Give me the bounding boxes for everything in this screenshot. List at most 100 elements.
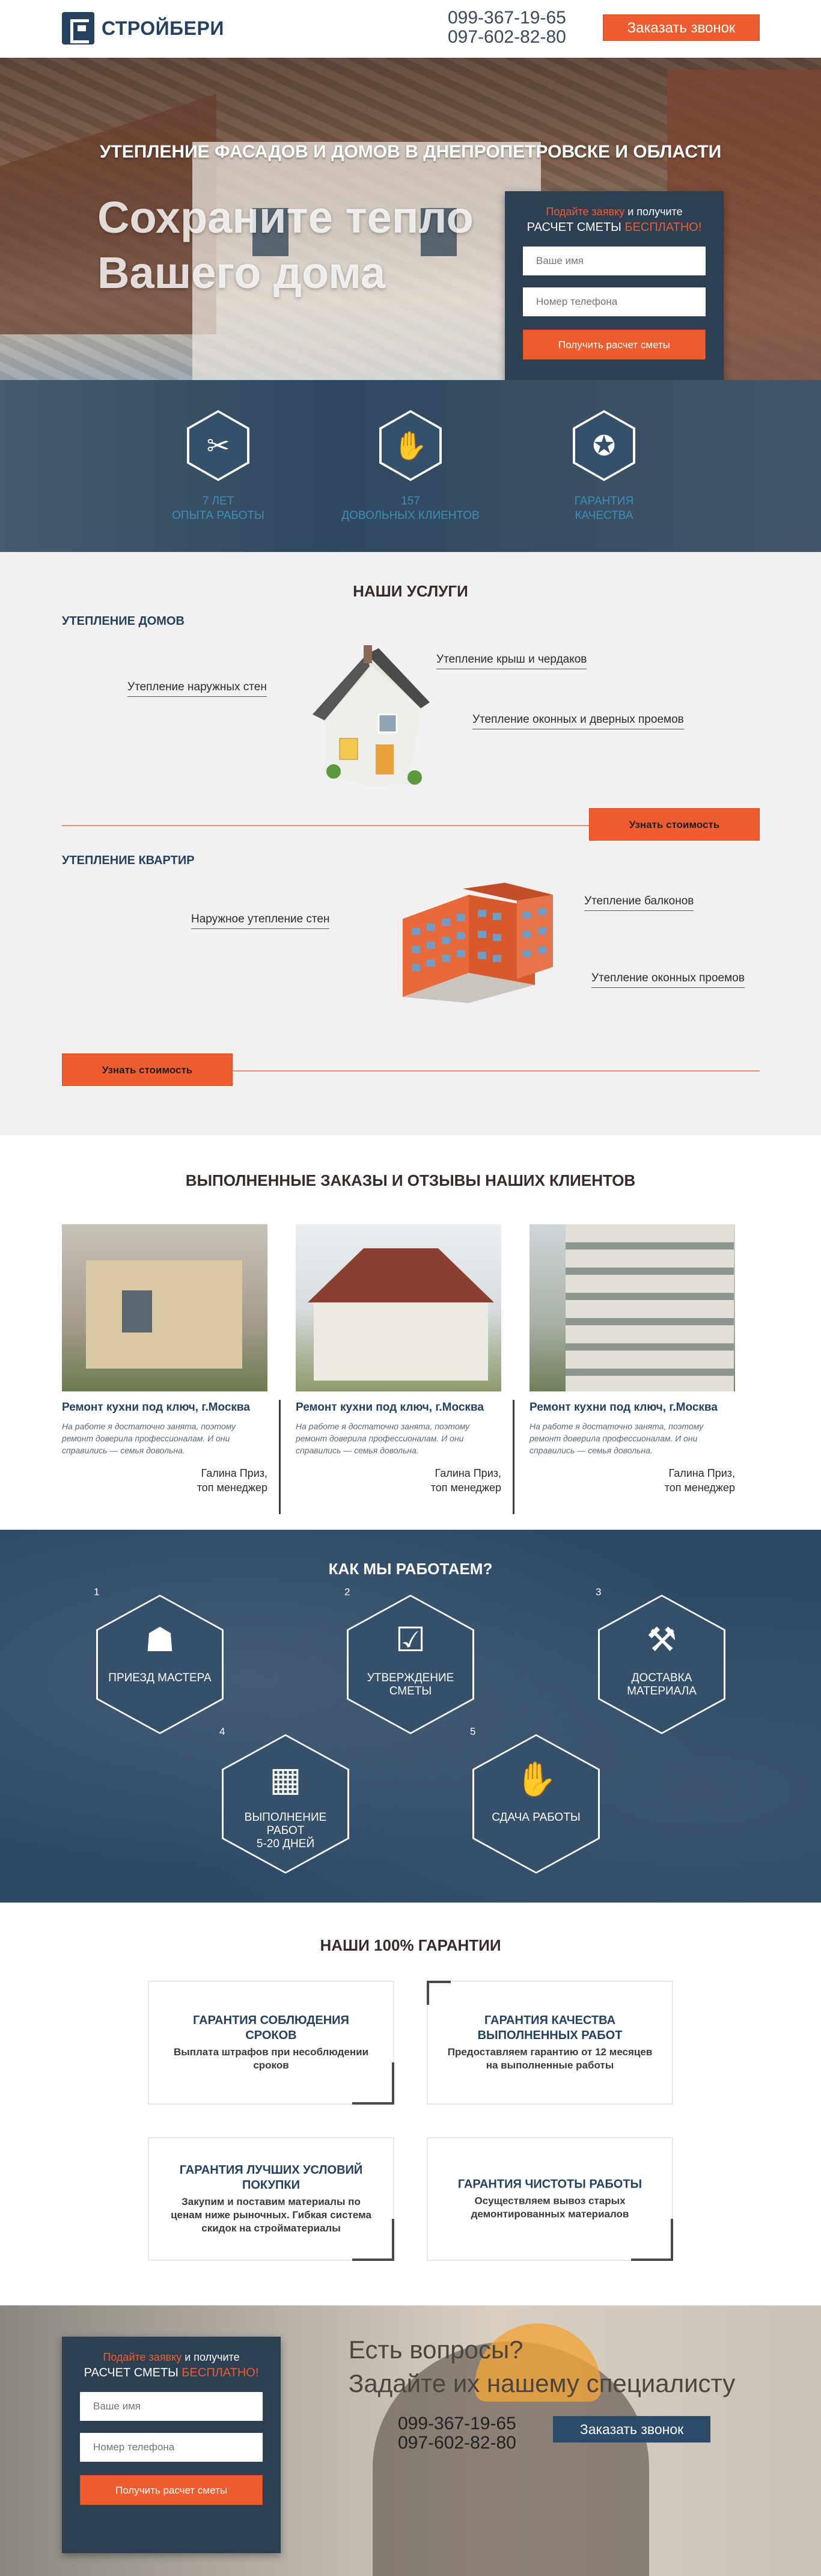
contact-phone-2[interactable]: 097-602-82-80 [398,2433,516,2453]
guarantees-section: НАШИ 100% ГАРАНТИИ ГАРАНТИЯ СОБЛЮДЕНИЯ С… [0,1903,821,2305]
divider [232,1070,760,1072]
form-heading-estimate: РАСЧЕТ СМЕТЫ [526,221,625,234]
hero-request-form: Подайте заявку и получите РАСЧЕТ СМЕТЫ Б… [505,191,724,380]
step-hexagon [96,1595,224,1734]
callout-outer-walls: Утепление наружных стен [127,681,267,697]
form-heading-line-1: Подайте заявку и получите [80,2351,263,2364]
hero-slogan-line-1: Сохраните тепло [97,192,474,242]
step-number: 4 [219,1726,225,1737]
question-line-2: Задайте их нашему специалисту [349,2369,736,2397]
header-phone-1[interactable]: 099-367-19-65 [448,8,566,28]
step-works: 4 ▦ ВЫПОЛНЕНИЕ РАБОТ 5-20 ДНЕЙ [219,1726,349,1874]
hero-title: УТЕПЛЕНИЕ ФАСАДОВ И ДОМОВ В ДНЕПРОПЕТРОВ… [99,142,722,162]
header-phones: 099-367-19-65 097-602-82-80 [448,8,566,47]
callout-windows-doors: Утепление оконных и дверных проемов [472,713,684,729]
quality-badge-icon: ✪ [573,410,635,481]
project-photo[interactable] [296,1224,501,1391]
author-name: Галина Приз, [435,1467,501,1479]
form-heading-line-2: РАСЧЕТ СМЕТЫ БЕСПЛАТНО! [523,221,706,235]
hero-slogan-line-2: Вашего дома [97,248,386,298]
callout-balconies: Утепление балконов [584,895,694,911]
step-number: 5 [470,1726,476,1737]
project-photo[interactable] [62,1224,267,1391]
houses-title: УТЕПЛЕНИЕ ДОМОВ [62,615,185,628]
worker-icon: ☗ [144,1621,175,1658]
review-card: Ремонт кухни под ключ, г.Москва На работ… [530,1224,735,1495]
house-illustration [313,645,430,787]
form-heading-accent: Подайте заявку [103,2351,182,2363]
stat-label: ДОВОЛЬНЫХ КЛИЕНТОВ [341,509,480,522]
name-input[interactable] [523,247,706,275]
header-call-button[interactable]: Заказать звонок [603,14,760,41]
review-card: Ремонт кухни под ключ, г.Москва На работ… [296,1224,514,1514]
guarantee-purchase: ГАРАНТИЯ ЛУЧШИХ УСЛОВИЙ ПОКУПКИ Закупим и… [148,2137,394,2261]
step-label: СДАЧА РАБОТЫ [492,1811,581,1824]
guarantee-title: ГАРАНТИЯ КАЧЕСТВА ВЫПОЛНЕННЫХ РАБОТ [477,2014,623,2042]
handshake-icon: ✋ [515,1760,557,1798]
stat-value: 157 [401,495,420,508]
logo-mark-icon [62,12,94,44]
contact-call-button[interactable]: Заказать звонок [553,2416,710,2443]
tools-icon: ✂ [187,410,249,481]
step-number: 2 [344,1586,350,1598]
author-role: топ менеджер [430,1482,501,1494]
form-heading-line-2: РАСЧЕТ СМЕТЫ БЕСПЛАТНО! [80,2366,263,2380]
step-master-visit: 1 ☗ ПРИЕЗД МАСТЕРА [94,1586,224,1734]
form-heading-accent: Подайте заявку [546,206,625,218]
step-hexagon [472,1734,600,1874]
paint-roller-icon: ▦ [269,1760,302,1798]
photo-window-shape [122,1290,152,1332]
guarantee-deadlines: ГАРАНТИЯ СОБЛЮДЕНИЯ СРОКОВ Выплата штрафо… [148,1981,394,2105]
review-text: На работе я достаточно занята, поэтому р… [296,1421,470,1455]
question-line-1: Есть вопросы? [349,2335,523,2364]
contact-phone-1[interactable]: 099-367-19-65 [398,2414,516,2433]
form-heading-rest: и получите [624,206,683,218]
get-estimate-button[interactable]: Получить расчет сметы [80,2475,263,2505]
form-heading-line-1: Подайте заявку и получите [523,206,706,218]
name-input[interactable] [80,2392,263,2421]
divider [62,825,590,826]
author-name: Галина Приз, [668,1467,735,1479]
apartments-title: УТЕПЛЕНИЕ КВАРТИР [62,854,195,867]
step-label: УТВЕРЖДЕНИЕ СМЕТЫ [367,1672,454,1697]
apartments-price-button[interactable]: Узнать стоимость [62,1053,233,1086]
checklist-icon: ☑ [395,1621,426,1658]
phone-input[interactable] [80,2433,263,2462]
review-title: Ремонт кухни под ключ, г.Москва [296,1401,484,1414]
form-heading-rest: и получите [182,2351,240,2363]
review-card: Ремонт кухни под ключ, г.Москва На работ… [62,1224,281,1514]
stat-value: ГАРАНТИЯ [574,495,634,508]
guarantee-text: Выплата штрафов при несоблюдении сроков [173,2046,369,2071]
photo-building-shape [566,1224,734,1391]
houses-price-button[interactable]: Узнать стоимость [589,808,760,841]
stat-quality: ✪ ГАРАНТИЯ КАЧЕСТВА [526,410,682,523]
logo-text: СТРОЙБЕРИ [102,17,224,39]
guarantee-title: ГАРАНТИЯ ЧИСТОТЫ РАБОТЫ [457,2177,642,2191]
contact-section: Подайте заявку и получите РАСЧЕТ СМЕТЫ Б… [0,2305,821,2576]
hero-section: УТЕПЛЕНИЕ ФАСАДОВ И ДОМОВ В ДНЕПРОПЕТРОВ… [0,58,821,380]
review-title: Ремонт кухни под ключ, г.Москва [62,1401,250,1414]
project-photo[interactable] [530,1224,735,1391]
guarantee-cleanliness: ГАРАНТИЯ ЧИСТОТЫ РАБОТЫ Осуществляем выво… [427,2137,673,2261]
header-phone-2[interactable]: 097-602-82-80 [448,28,566,47]
step-label: ДОСТАВКА МАТЕРИАЛА [627,1672,697,1697]
stat-experience: ✂ 7 ЛЕТ ОПЫТА РАБОТЫ [140,410,296,523]
photo-facade-shape [86,1260,242,1369]
projects-title: ВЫПОЛНЕННЫЕ ЗАКАЗЫ И ОТЗЫВЫ НАШИХ КЛИЕНТ… [185,1171,636,1189]
box-corner [631,2219,673,2261]
handshake-icon: ✋ [379,410,442,481]
logo[interactable]: СТРОЙБЕРИ [62,12,224,44]
step-hexagon [598,1595,725,1734]
form-heading-free: БЕСПЛАТНО! [624,221,702,234]
card-accent-line [279,1400,281,1514]
callout-outer-walls-apartment: Наружное утепление стен [191,913,330,929]
get-estimate-button[interactable]: Получить расчет сметы [523,330,706,360]
contact-phones: 099-367-19-65 097-602-82-80 [398,2414,516,2453]
phone-input[interactable] [523,287,706,316]
photo-wall-shape [314,1302,488,1381]
box-corner [427,1981,451,2005]
author-name: Галина Приз, [201,1467,267,1479]
toolbox-icon: ⚒ [646,1621,677,1658]
review-text: На работе я достаточно занята, поэтому р… [62,1421,236,1455]
guarantee-text: Осуществляем вывоз старых демонтированны… [471,2195,629,2220]
